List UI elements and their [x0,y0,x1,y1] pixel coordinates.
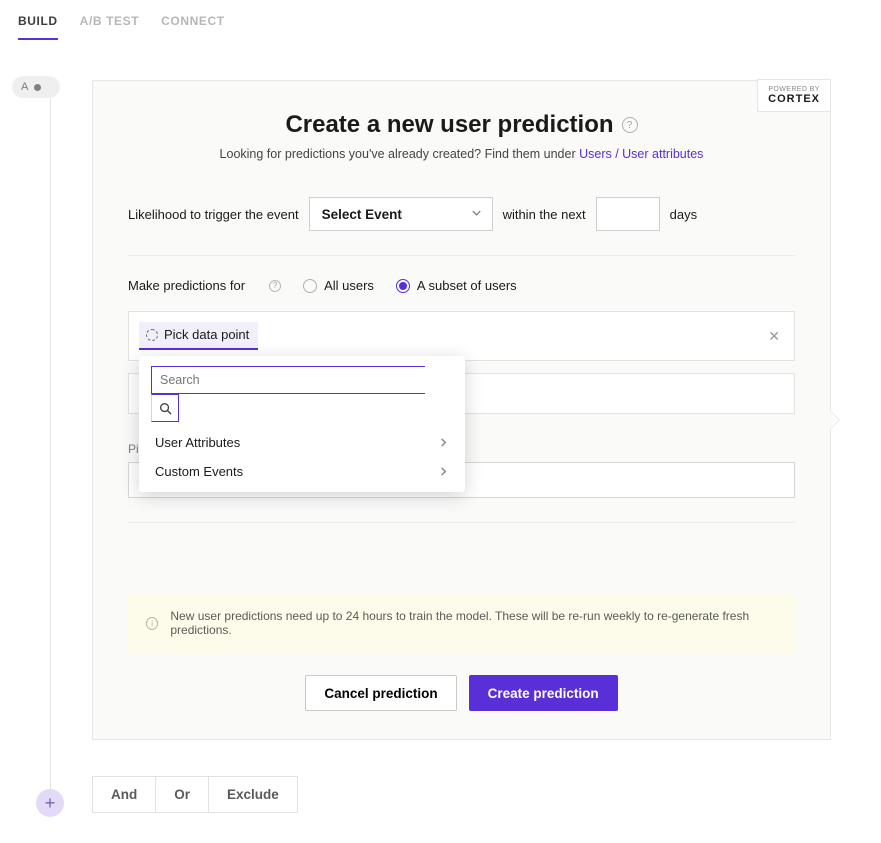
chevron-right-icon [438,466,449,477]
dropdown-item-custom-events[interactable]: Custom Events [139,457,465,486]
info-icon: i [146,617,158,630]
powered-by-badge: POWERED BY CORTEX [757,79,831,112]
event-row-mid: within the next [503,207,586,222]
page-title: Create a new user prediction ? [285,111,637,139]
badge-line2: CORTEX [768,93,820,105]
event-row: Likelihood to trigger the event Select E… [128,197,795,231]
radio-subset-users-label: A subset of users [417,278,517,293]
predict-for-row: Make predictions for ? All users A subse… [128,278,795,293]
tab-connect[interactable]: CONNECT [161,14,225,40]
data-point-dropdown: User Attributes Custom Events [139,356,465,492]
dropdown-item-user-attributes[interactable]: User Attributes [139,428,465,457]
cancel-button[interactable]: Cancel prediction [305,675,456,711]
segment-and-button[interactable]: And [92,776,156,813]
step-pill-dot-icon [34,84,41,91]
flow-rail [50,80,51,813]
tab-abtest[interactable]: A/B TEST [80,14,139,40]
radio-indicator-icon [396,279,410,293]
radio-all-users[interactable]: All users [303,278,374,293]
event-select[interactable]: Select Event [309,197,493,231]
help-icon[interactable]: ? [622,117,638,133]
action-row: Cancel prediction Create prediction [128,675,795,711]
filter-chip-container: Pick data point ✕ User Attribut [128,311,795,361]
event-row-suffix: days [670,207,697,222]
builder-stage: A POWERED BY CORTEX Create a new user pr… [0,40,881,843]
dropdown-item-label: Custom Events [155,464,243,479]
notice-text: New user predictions need up to 24 hours… [170,609,777,637]
dashed-circle-icon [146,329,158,341]
subtitle-prefix: Looking for predictions you've already c… [220,147,580,161]
tab-build[interactable]: BUILD [18,14,58,40]
segment-exclude-button[interactable]: Exclude [209,776,298,813]
chevron-down-icon [471,207,482,222]
chevron-right-icon [438,437,449,448]
info-notice: i New user predictions need up to 24 hou… [128,593,795,653]
dropdown-item-label: User Attributes [155,435,240,450]
badge-line1: POWERED BY [768,86,820,93]
close-icon[interactable]: ✕ [764,328,784,345]
add-step-button[interactable]: + [36,789,64,817]
pick-data-point-chip[interactable]: Pick data point [139,322,258,350]
subtitle-link[interactable]: Users / User attributes [579,147,703,161]
radio-indicator-icon [303,279,317,293]
predict-for-label: Make predictions for [128,278,245,293]
segment-or-button[interactable]: Or [156,776,209,813]
prediction-card: POWERED BY CORTEX Create a new user pred… [92,80,831,740]
dropdown-search [151,366,453,422]
top-tabs: BUILD A/B TEST CONNECT [0,0,881,40]
days-input[interactable] [596,197,660,231]
search-icon [159,402,172,415]
search-button[interactable] [151,394,179,422]
card-arrow-icon [830,410,840,430]
step-pill-label: A [21,81,28,93]
page-subtitle: Looking for predictions you've already c… [128,147,795,161]
event-row-prefix: Likelihood to trigger the event [128,207,299,222]
help-icon[interactable]: ? [269,280,281,292]
radio-subset-users[interactable]: A subset of users [396,278,517,293]
event-select-label: Select Event [322,207,402,222]
create-button[interactable]: Create prediction [469,675,618,711]
dropdown-search-input[interactable] [151,366,425,394]
chip-label: Pick data point [164,327,249,342]
step-pill[interactable]: A [12,76,60,98]
radio-all-users-label: All users [324,278,374,293]
segment-operator-row: And Or Exclude [92,776,831,813]
page-title-text: Create a new user prediction [285,111,613,139]
